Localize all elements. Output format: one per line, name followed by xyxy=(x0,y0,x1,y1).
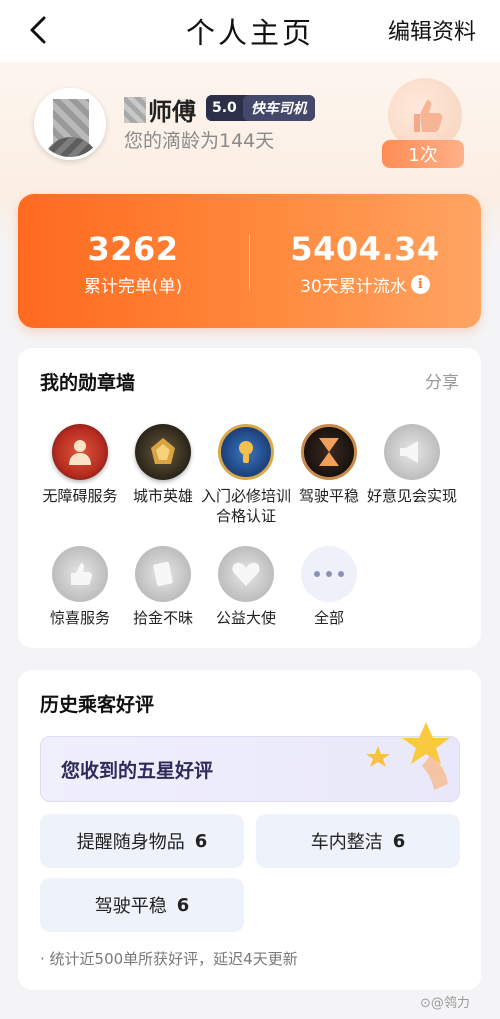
medal-item[interactable]: 拾金不昧 xyxy=(115,546,211,628)
passenger-reviews-card: 历史乘客好评 您收到的五星好评 提醒随身物品 6 车内整洁 6 驾驶平稳 6 ·… xyxy=(18,670,481,990)
income-label: 30天累计流水 xyxy=(300,277,407,297)
medal-item[interactable]: 无障碍服务 xyxy=(32,424,128,506)
avatar[interactable] xyxy=(34,88,106,160)
more-icon xyxy=(301,546,357,602)
steady-driving-medal-icon xyxy=(301,424,357,480)
orders-value: 3262 xyxy=(87,230,179,268)
heart-medal-icon xyxy=(218,546,274,602)
watermark: ⊙@鸰力 xyxy=(420,996,470,1011)
medal-label: 入门必修培训合格认证 xyxy=(200,487,291,525)
review-tag: 车内整洁 6 xyxy=(256,814,460,868)
review-tag-count: 6 xyxy=(392,830,406,852)
medal-label: 好意见会实现 xyxy=(366,487,457,505)
review-tag: 驾驶平稳 6 xyxy=(40,878,244,932)
chevron-left-icon xyxy=(30,16,46,44)
star-icon xyxy=(366,722,450,790)
share-button[interactable]: 分享 xyxy=(425,368,459,393)
edit-profile-button[interactable]: 编辑资料 xyxy=(388,14,476,46)
review-tag-label: 提醒随身物品 xyxy=(76,832,185,853)
all-medals-button[interactable]: 全部 xyxy=(281,546,377,628)
medal-item[interactable]: 入门必修培训合格认证 xyxy=(198,424,294,526)
medal-item[interactable]: 公益大使 xyxy=(198,546,294,628)
thumbs-up-medal-icon xyxy=(52,546,108,602)
medal-label: 公益大使 xyxy=(215,609,276,627)
medal-item[interactable]: 好意见会实现 xyxy=(364,424,460,506)
medal-item[interactable]: 城市英雄 xyxy=(115,424,211,506)
driver-name: 师傅 xyxy=(124,92,196,127)
accessibility-medal-icon xyxy=(52,424,108,480)
orders-stat[interactable]: 3262 累计完单(单) xyxy=(18,230,248,297)
medal-wall-card: 我的勋章墙 分享 无障碍服务 城市英雄 入门必修培训合格认证 驾驶平稳 好意见会… xyxy=(18,348,481,648)
megaphone-medal-icon xyxy=(384,424,440,480)
review-tag: 提醒随身物品 6 xyxy=(40,814,244,868)
medal-label: 拾金不昧 xyxy=(132,609,193,627)
training-cert-medal-icon xyxy=(218,424,274,480)
five-star-label: 您收到的五星好评 xyxy=(61,759,214,782)
income-value: 5404.34 xyxy=(290,230,440,268)
income-stat[interactable]: 5404.34 30天累计流水 i xyxy=(250,230,480,297)
tenure-text: 您的滴龄为144天 xyxy=(124,130,275,152)
review-tag-count: 6 xyxy=(194,830,208,852)
reviews-title: 历史乘客好评 xyxy=(40,694,155,716)
driver-score: 5.0 xyxy=(206,95,243,121)
driver-name-text: 师傅 xyxy=(148,98,196,126)
medal-item[interactable]: 惊喜服务 xyxy=(32,546,128,628)
name-blur xyxy=(124,96,146,123)
stats-card: 3262 累计完单(单) 5404.34 30天累计流水 i xyxy=(18,194,481,328)
medal-wall-title: 我的勋章墙 xyxy=(40,372,136,394)
medal-label: 惊喜服务 xyxy=(49,609,110,627)
medal-label: 城市英雄 xyxy=(132,487,193,505)
driver-type: 快车司机 xyxy=(242,95,315,121)
avatar-body-blurred xyxy=(43,137,99,157)
page-title: 个人主页 xyxy=(185,16,314,50)
city-hero-medal-icon xyxy=(135,424,191,480)
thumbs-up-icon xyxy=(414,100,443,132)
review-tag-label: 车内整洁 xyxy=(310,832,383,853)
medal-label: 驾驶平稳 xyxy=(298,487,359,505)
orders-label: 累计完单(单) xyxy=(83,277,183,297)
medal-label: 无障碍服务 xyxy=(42,487,118,505)
like-count: 1次 xyxy=(382,140,464,168)
review-tag-label: 驾驶平稳 xyxy=(94,896,167,917)
driver-badge: 5.0 快车司机 xyxy=(206,95,315,121)
reviews-footnote: · 统计近500单所获好评，延迟4天更新 xyxy=(40,950,298,968)
review-tag-count: 6 xyxy=(176,894,190,916)
info-icon[interactable]: i xyxy=(410,275,430,294)
medal-item[interactable]: 驾驶平稳 xyxy=(281,424,377,506)
honesty-medal-icon xyxy=(135,546,191,602)
top-nav-bar: 个人主页 编辑资料 xyxy=(0,0,500,62)
back-button[interactable] xyxy=(18,12,58,48)
medal-label: 全部 xyxy=(313,609,344,627)
